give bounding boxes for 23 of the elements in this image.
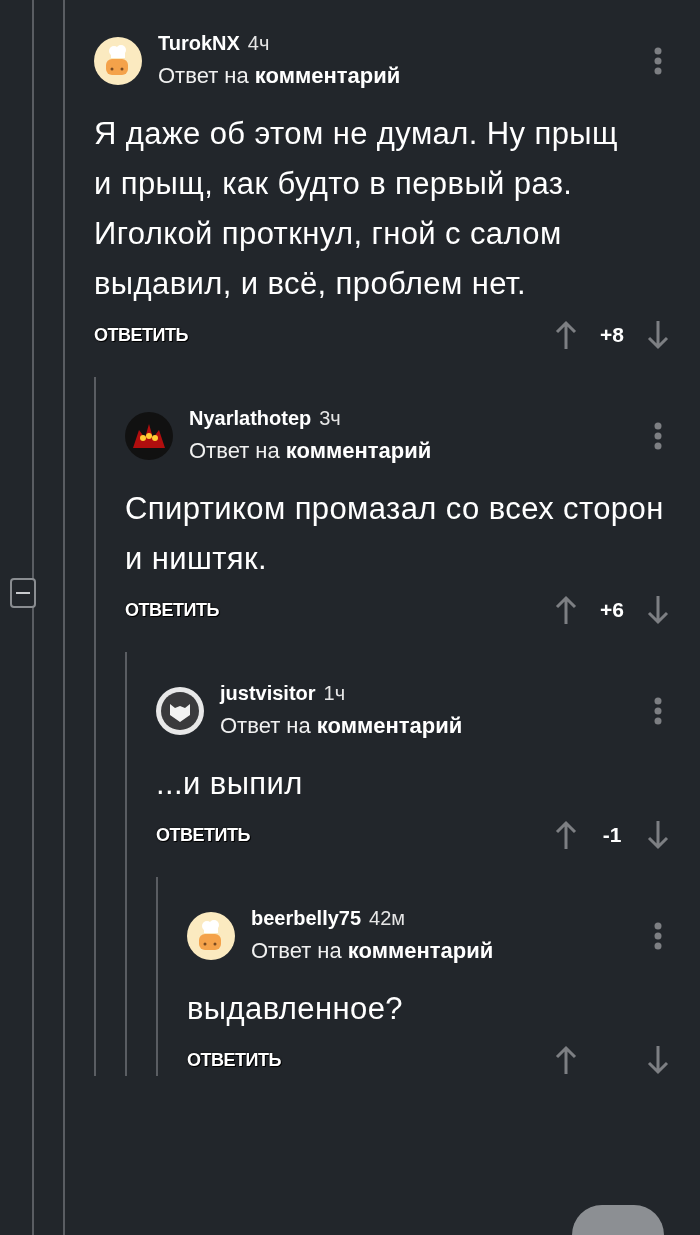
comment-text: Я даже об этом не думал. Ну прыщ и прыщ, как будто в первый раз. Иголкой проткнул, гной с салом выдавил, и всё, проблем нет. [94, 115, 619, 303]
reply-link[interactable]: ОТВЕТИТЬ [125, 599, 219, 621]
comment-text: Спиртиком промазал со всех сторон и ништяк. [125, 490, 665, 578]
comment-time: 4ч [247, 32, 270, 55]
comment-text: ...и выпил [156, 765, 304, 803]
author-name[interactable]: justvisitor [220, 682, 316, 705]
comment-time: 3ч [319, 407, 341, 430]
author-name[interactable]: Nyarlathotep [189, 407, 312, 430]
reply-to-text[interactable]: Ответ на комментарий [189, 438, 432, 464]
reply-to-text[interactable]: Ответ на комментарий [251, 938, 494, 964]
reply-link[interactable]: ОТВЕТИТЬ [187, 1049, 281, 1071]
reply-to-text[interactable]: Ответ на комментарий [220, 713, 463, 739]
author-name[interactable]: beerbelly75 [251, 907, 362, 930]
vote-score: -1 [601, 823, 623, 847]
comment-time: 1ч [323, 682, 346, 705]
author-name[interactable]: TurokNX [158, 32, 240, 55]
reply-link[interactable]: ОТВЕТИТЬ [156, 824, 250, 846]
comment-time: 42м [369, 907, 406, 930]
comment-text: выдавленное? [187, 990, 404, 1028]
reply-link[interactable]: ОТВЕТИТЬ [94, 324, 188, 346]
vote-score: +6 [599, 598, 625, 622]
reply-to-text[interactable]: Ответ на комментарий [158, 63, 401, 89]
vote-score: +8 [599, 323, 625, 347]
